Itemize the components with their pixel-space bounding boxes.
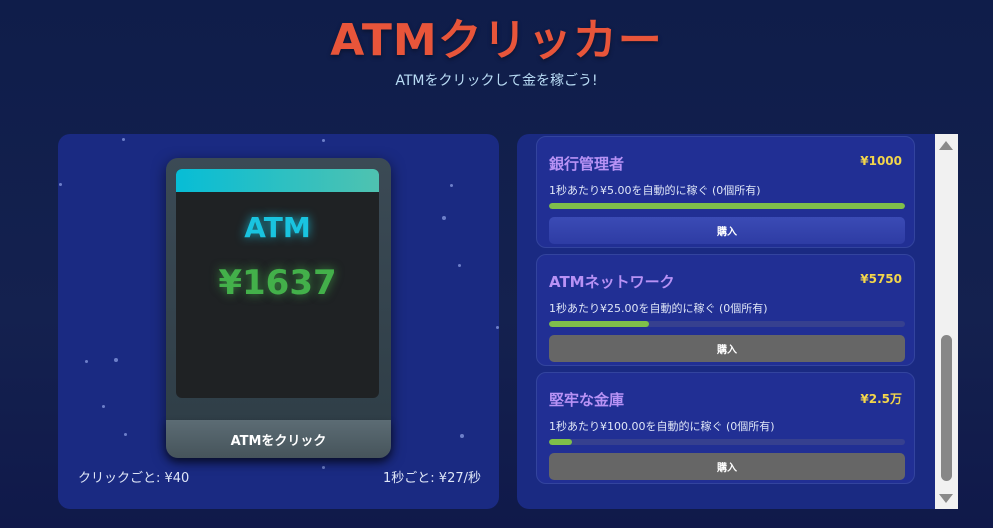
upgrade-name: 堅牢な金庫 <box>549 391 625 409</box>
scroll-down-arrow-icon[interactable] <box>939 494 953 503</box>
upgrades-scrollbar[interactable] <box>935 134 958 509</box>
upgrade-card-bank-manager: 銀行管理者 ¥1000 1秒あたり¥5.00を自動的に稼ぐ (0個所有) 購入 <box>536 136 915 248</box>
atm-screen: ATM ¥1637 <box>176 169 379 398</box>
star-decoration <box>102 405 105 408</box>
per-click-stat: クリックごと: ¥40 <box>78 471 190 486</box>
balance-display: ¥1637 <box>218 263 337 303</box>
star-decoration <box>122 138 125 141</box>
scroll-up-arrow-icon[interactable] <box>939 141 953 150</box>
atm-panel: ATM ¥1637 ATMをクリック クリックごと: ¥40 1秒ごと: ¥27… <box>58 134 499 509</box>
star-decoration <box>124 433 127 436</box>
upgrade-description: 1秒あたり¥5.00を自動的に稼ぐ (0個所有) <box>549 184 761 197</box>
buy-button-bank-manager[interactable]: 購入 <box>549 217 905 244</box>
upgrade-price: ¥5750 <box>860 272 902 286</box>
upgrade-progress-fill <box>549 439 573 445</box>
star-decoration <box>458 264 461 267</box>
upgrade-card-secure-vault: 堅牢な金庫 ¥2.5万 1秒あたり¥100.00を自動的に稼ぐ (0個所有) 購… <box>536 372 915 484</box>
atm-machine[interactable]: ATM ¥1637 <box>166 158 391 456</box>
star-decoration <box>59 183 62 186</box>
star-decoration <box>85 360 88 363</box>
buy-button-secure-vault[interactable]: 購入 <box>549 453 905 480</box>
star-decoration <box>442 216 446 220</box>
upgrade-description: 1秒あたり¥100.00を自動的に稼ぐ (0個所有) <box>549 420 775 433</box>
atm-screen-label: ATM <box>244 211 311 244</box>
upgrade-name: 銀行管理者 <box>549 155 625 173</box>
upgrade-progress-bar <box>549 203 905 209</box>
star-decoration <box>322 466 325 469</box>
upgrade-price: ¥1000 <box>860 154 902 168</box>
upgrade-progress-bar <box>549 321 905 327</box>
buy-button-atm-network[interactable]: 購入 <box>549 335 905 362</box>
star-decoration <box>496 326 499 329</box>
page-title: ATMクリッカー <box>330 15 663 66</box>
per-second-stat: 1秒ごと: ¥27/秒 <box>383 471 481 486</box>
upgrade-progress-bar <box>549 439 905 445</box>
upgrade-description: 1秒あたり¥25.00を自動的に稼ぐ (0個所有) <box>549 302 768 315</box>
star-decoration <box>114 358 118 362</box>
upgrade-card-atm-network: ATMネットワーク ¥5750 1秒あたり¥25.00を自動的に稼ぐ (0個所有… <box>536 254 915 366</box>
page-subtitle: ATMをクリックして金を稼ごう! <box>395 73 598 89</box>
atm-screen-header <box>176 169 379 192</box>
upgrade-price: ¥2.5万 <box>860 392 902 406</box>
upgrade-progress-fill <box>549 321 649 327</box>
scrollbar-thumb[interactable] <box>941 335 952 481</box>
star-decoration <box>460 434 464 438</box>
star-decoration <box>322 139 325 142</box>
upgrades-panel: 銀行管理者 ¥1000 1秒あたり¥5.00を自動的に稼ぐ (0個所有) 購入 … <box>517 134 935 509</box>
upgrade-name: ATMネットワーク <box>549 273 675 291</box>
star-decoration <box>450 184 453 187</box>
atm-click-button[interactable]: ATMをクリック <box>166 420 391 458</box>
upgrade-progress-fill <box>549 203 905 209</box>
